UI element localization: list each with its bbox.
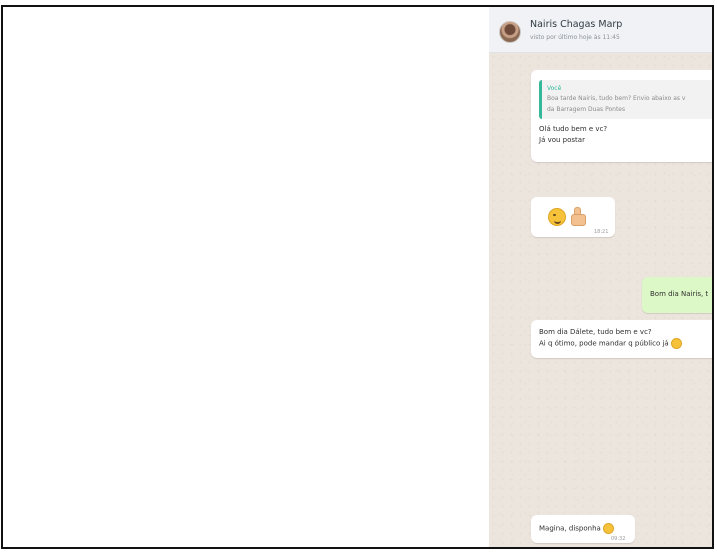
message-text: Ai q ótimo, pode mandar q público já xyxy=(539,339,669,348)
winking-face-icon xyxy=(548,208,566,226)
message-text: Magina, disponha xyxy=(539,524,601,533)
message-text-line: Magina, disponha xyxy=(539,523,615,535)
message-text-line-1: Olá tudo bem e vc? xyxy=(539,125,608,133)
quoted-text-line-2: da Barragem Duas Pontes xyxy=(547,106,626,113)
contact-last-seen: visto por último hoje às 11:45 xyxy=(530,34,620,41)
message-time: 09:32 xyxy=(611,536,626,542)
message-text: Bom dia Nairis, t xyxy=(650,290,709,298)
kissing-face-icon xyxy=(603,523,615,534)
message-text-line-2: Ai q ótimo, pode mandar q público já xyxy=(539,338,682,350)
message-incoming[interactable]: Bom dia Dálete, tudo bem e vc? Ai q ótim… xyxy=(531,320,712,358)
quoted-message[interactable]: Você Boa tarde Nairis, tudo bem? Envio a… xyxy=(539,80,712,119)
message-text-line-1: Bom dia Dálete, tudo bem e vc? xyxy=(539,328,652,336)
message-outgoing[interactable]: Bom dia Nairis, t xyxy=(642,277,712,313)
chat-header[interactable]: Nairis Chagas Marp visto por último hoje… xyxy=(489,7,712,53)
message-incoming-reply[interactable]: Você Boa tarde Nairis, tudo bem? Envio a… xyxy=(531,70,712,162)
contact-avatar[interactable] xyxy=(499,21,521,43)
quoted-text-line-1: Boa tarde Nairis, tudo bem? Envio abaixo… xyxy=(547,95,686,102)
screenshot-frame: Nairis Chagas Marp visto por último hoje… xyxy=(1,5,714,549)
thumbs-up-icon xyxy=(569,207,587,226)
winking-face-icon xyxy=(670,338,682,349)
message-time: 18:21 xyxy=(594,229,609,235)
contact-name[interactable]: Nairis Chagas Marp xyxy=(530,19,622,30)
message-text-line-2: Já vou postar xyxy=(539,136,585,144)
message-incoming[interactable]: Magina, disponha 09:32 xyxy=(531,515,635,543)
message-incoming-emoji[interactable]: 18:21 xyxy=(531,197,615,237)
chat-panel: Nairis Chagas Marp visto por último hoje… xyxy=(489,7,712,547)
